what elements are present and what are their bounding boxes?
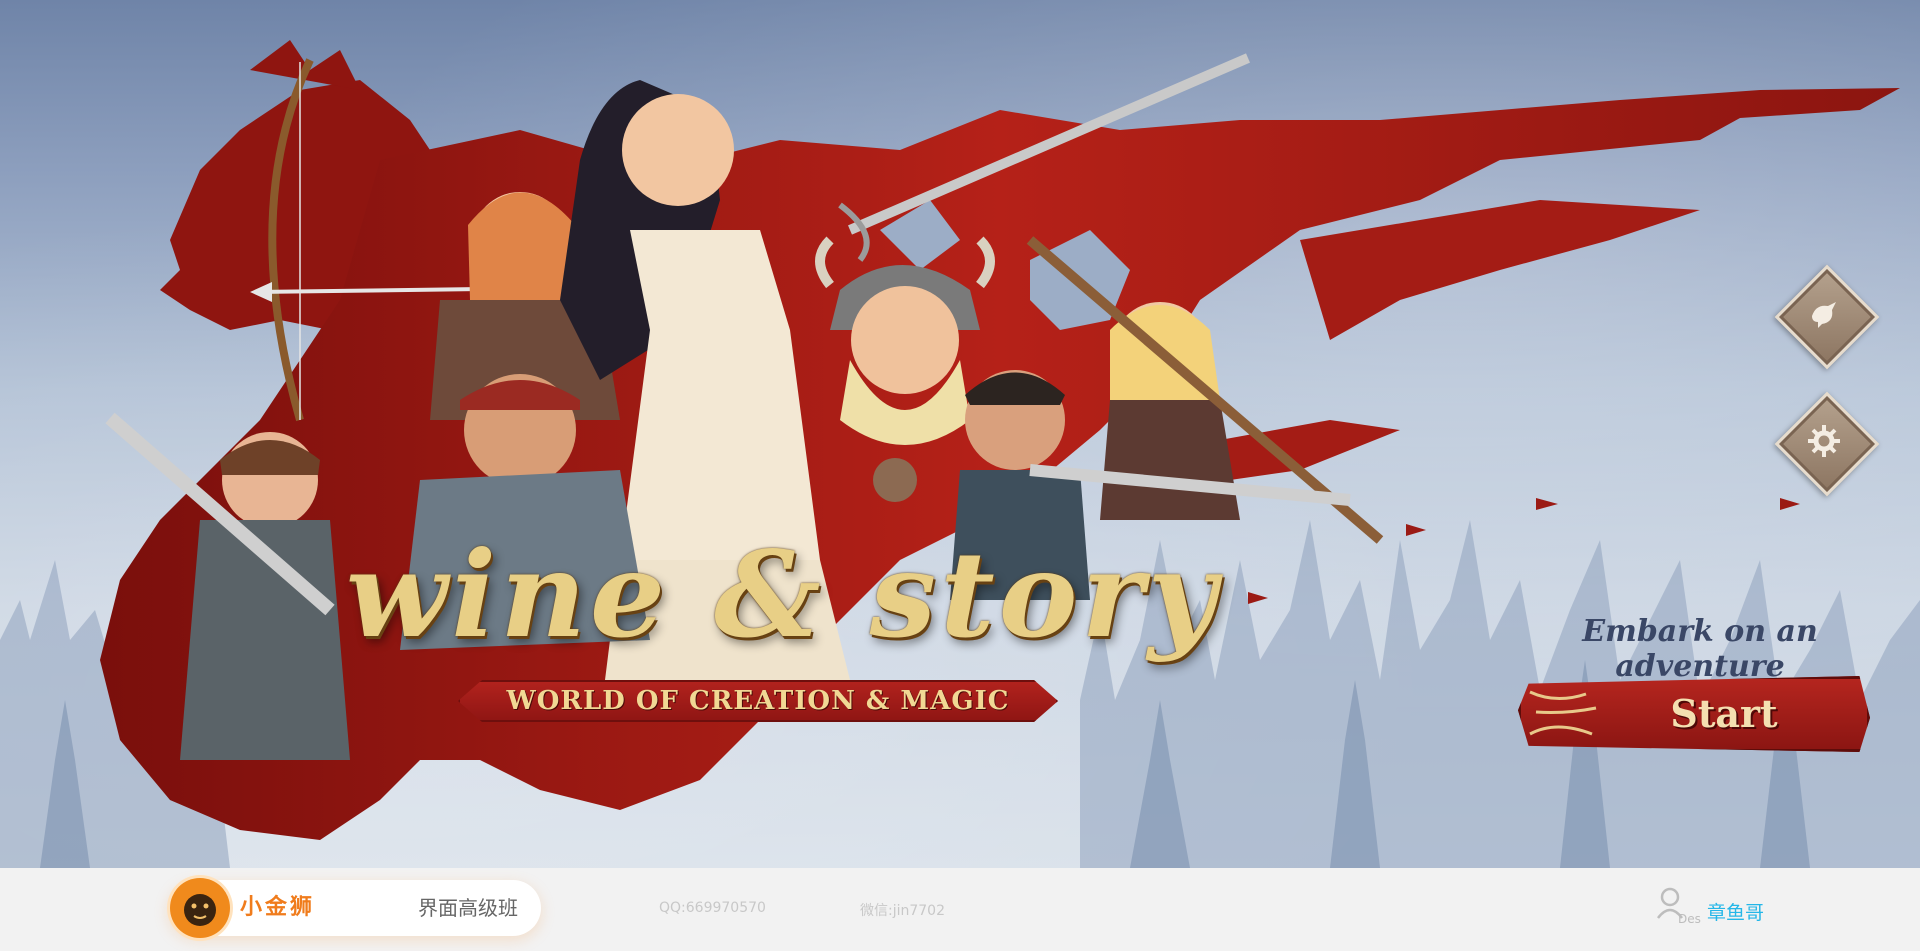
start-button[interactable]: Start xyxy=(1518,676,1870,752)
lion-logo-icon xyxy=(170,878,230,938)
qq-contact: QQ:669970570 xyxy=(659,900,766,916)
brand-pill[interactable]: 小金狮 界面高级班 xyxy=(168,878,541,938)
bird-button[interactable] xyxy=(1774,264,1880,370)
user-subtitle: Des xyxy=(1678,912,1701,926)
user-name[interactable]: 章鱼哥 xyxy=(1707,898,1764,925)
logo-subtitle-ribbon: WORLD OF CREATION & MAGIC xyxy=(458,680,1058,722)
brand-name: 小金狮 xyxy=(240,895,316,920)
bird-icon xyxy=(1812,302,1836,328)
hero-scene: wine & story WORLD OF CREATION & MAGIC E… xyxy=(0,0,1920,868)
start-label: Start xyxy=(1670,691,1778,736)
logo-title: wine & story xyxy=(345,525,1221,664)
flourish-icon xyxy=(1529,690,1597,736)
logo-subtitle: WORLD OF CREATION & MAGIC xyxy=(506,686,1010,716)
gear-icon xyxy=(1808,425,1840,457)
brand-class: 界面高级班 xyxy=(418,896,518,920)
gear-button[interactable] xyxy=(1774,391,1880,497)
game-logo: wine & story xyxy=(338,520,1228,670)
embark-text: Embark on an adventure xyxy=(1582,614,1818,684)
wechat-contact: 微信:jin7702 xyxy=(860,903,945,919)
footer-bar: 小金狮 界面高级班 QQ:669970570 微信:jin7702 Des 章鱼… xyxy=(0,868,1920,951)
